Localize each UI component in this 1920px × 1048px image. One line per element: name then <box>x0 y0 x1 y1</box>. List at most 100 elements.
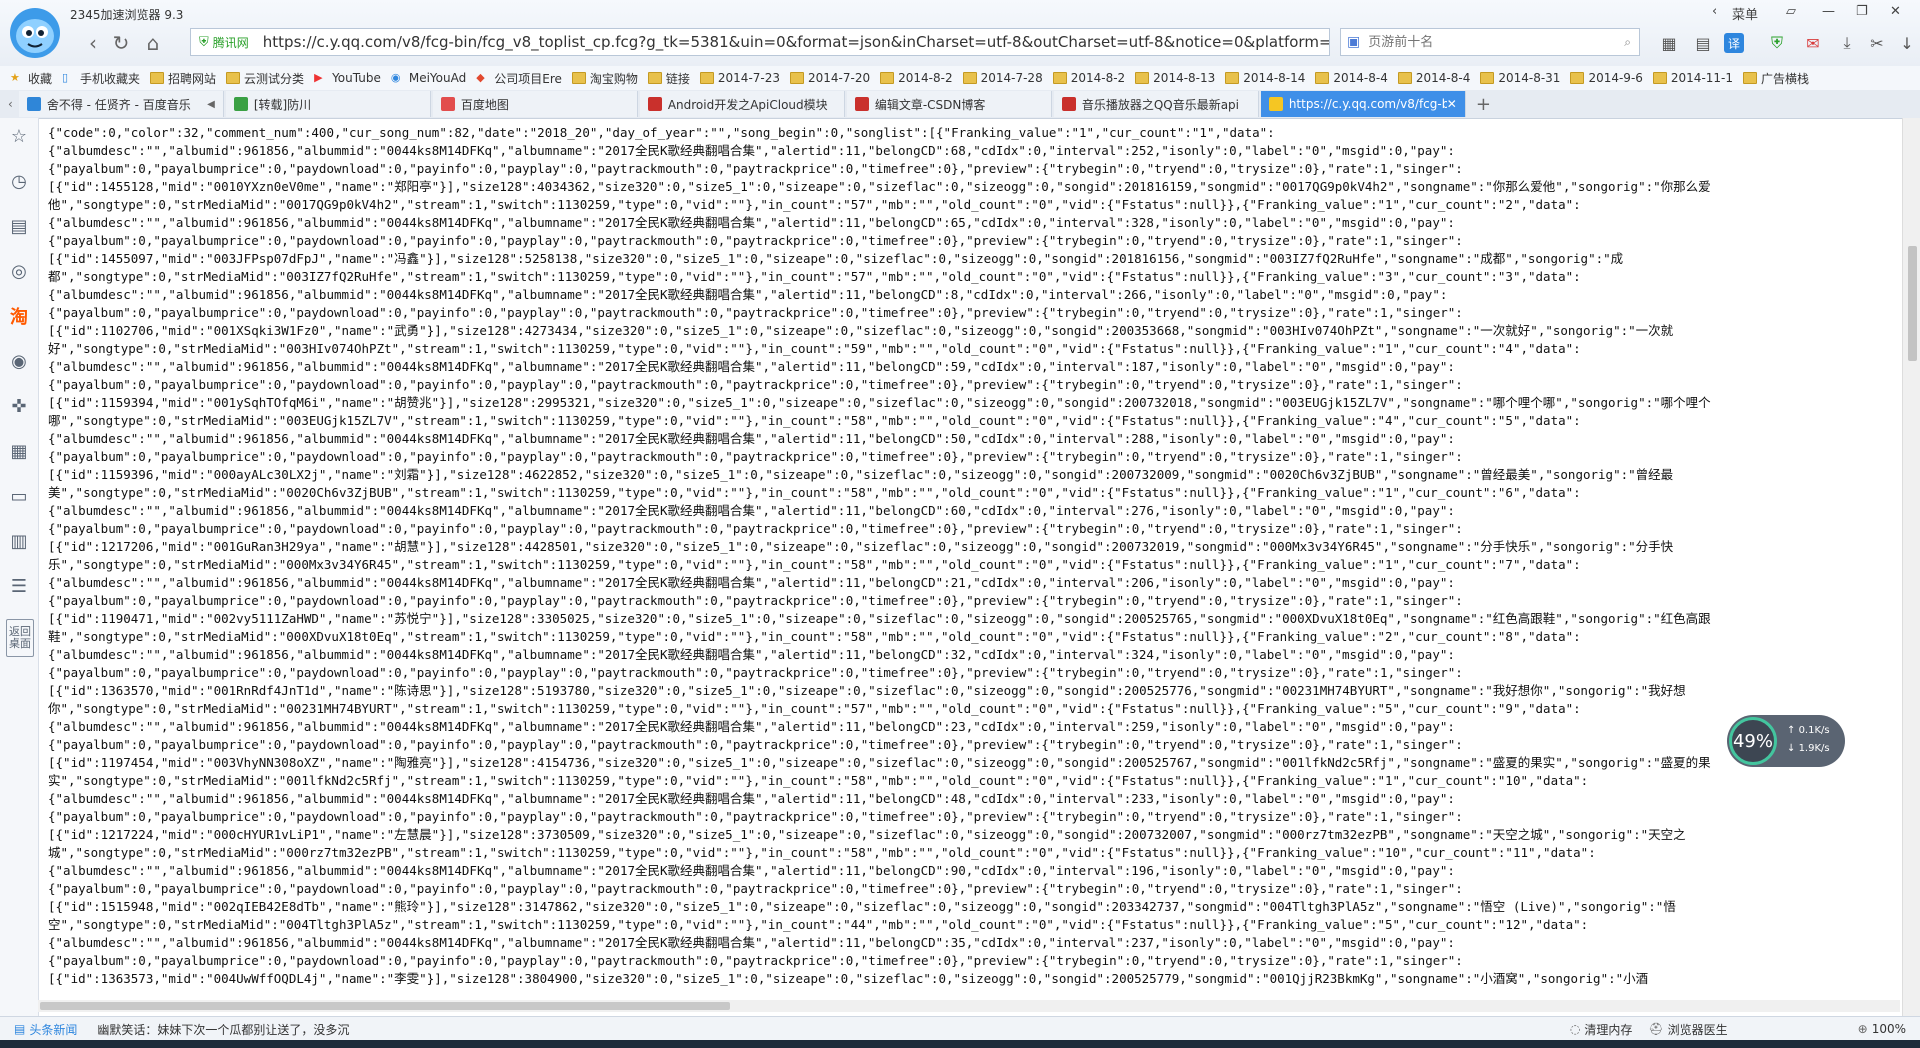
prev-page-icon[interactable]: ‹ <box>1712 4 1717 19</box>
reader-icon[interactable]: ▤ <box>1690 30 1716 56</box>
browser-doctor-button[interactable]: 浏览器医生 <box>1668 1021 1728 1038</box>
bookmark-item[interactable]: 2014-8-14 <box>1225 71 1305 85</box>
search-input[interactable] <box>1366 33 1601 51</box>
bookmark-item[interactable]: 2014-8-13 <box>1135 71 1215 85</box>
scissors-icon[interactable]: ✂ <box>1864 30 1890 56</box>
close-tab-icon[interactable]: ✕ <box>1447 97 1457 111</box>
bookmark-item[interactable]: 2014-9-6 <box>1570 71 1643 85</box>
browser-tab[interactable]: 舍不得 - 任贤齐 - 百度音乐 ◀ <box>18 91 224 117</box>
vertical-scrollbar[interactable] <box>1902 118 1920 1016</box>
tab-scroll-left-icon[interactable]: ‹ <box>8 97 13 111</box>
bookmarks-bar: ★ 收藏 ▯ 手机收藏夹 招聘网站 云测试分类 ▶ YouTube ◉ MeiYouAd ◆ 公司项目… <box>0 66 1920 91</box>
url-text[interactable]: https://c.y.qq.com/v8/fcg-bin/fcg_v8_top… <box>263 33 1329 51</box>
zoom-level[interactable]: 100% <box>1872 1022 1906 1036</box>
browser-tab[interactable]: Android开发之ApiCloud模块 <box>639 91 845 117</box>
folder-icon <box>1652 72 1667 84</box>
json-line: 你","songtype":0,"strMediaMid":"00231MH74… <box>48 701 1581 716</box>
restore-icon[interactable]: ❐ <box>1856 4 1868 19</box>
browser-tab[interactable]: 音乐播放器之QQ音乐最新api <box>1053 91 1259 117</box>
back-button[interactable]: ‹ <box>80 30 106 56</box>
json-line: 城","songtype":0,"strMediaMid":"000rz7tm3… <box>48 845 1596 860</box>
json-line: {"albumdesc":"","albumid":961856,"albumm… <box>48 503 1455 518</box>
bookmark-label: 2014-8-14 <box>1243 71 1306 85</box>
taobao-icon[interactable]: 淘 <box>7 304 31 328</box>
json-line: 空","songtype":0,"strMediaMid":"004Tltgh3… <box>48 917 1589 932</box>
browser-tab[interactable]: 百度地图 <box>432 91 638 117</box>
notes-icon[interactable]: ☰ <box>7 574 31 598</box>
mail-icon[interactable]: ✉ <box>1800 30 1826 56</box>
bookmark-item[interactable]: 2014-7-20 <box>790 71 870 85</box>
bookmark-item[interactable]: 2014-7-23 <box>699 71 780 85</box>
bookmark-item[interactable]: 链接 <box>647 70 690 87</box>
bookmark-item[interactable]: 2014-7-28 <box>962 71 1043 85</box>
back-to-desktop[interactable]: 返回桌面 <box>6 619 34 657</box>
news-ticker[interactable]: 幽默笑话：妹妹下次一个瓜都别让送了，没多沉 <box>97 1021 349 1038</box>
download-icon[interactable]: ⤓ <box>1834 30 1860 56</box>
reload-button[interactable]: ↻ <box>108 30 134 56</box>
json-line: [{"id":1455128,"mid":"0010YXzn0eV0me","n… <box>48 179 1711 194</box>
vertical-scroll-thumb[interactable] <box>1908 246 1917 361</box>
bookmark-item[interactable]: 2014-8-2 <box>880 71 953 85</box>
json-line: {"albumdesc":"","albumid":961856,"albumm… <box>48 935 1455 950</box>
clean-memory-icon: ◌ <box>1569 1022 1581 1036</box>
browser-tab[interactable]: 编辑文章-CSDN博客 <box>846 91 1052 117</box>
close-icon[interactable]: ✕ <box>1890 4 1901 19</box>
chat-icon[interactable]: ◎ <box>7 259 31 283</box>
bookmark-item[interactable]: 2014-8-4 <box>1397 71 1470 85</box>
address-bar[interactable]: ⛨ 腾讯网 https://c.y.qq.com/v8/fcg-bin/fcg_… <box>190 28 1330 56</box>
menu-button[interactable]: 菜单 <box>1732 4 1758 23</box>
search-engine-icon[interactable]: ▣ <box>1347 34 1360 50</box>
bookmark-item[interactable]: 2014-8-2 <box>1052 71 1125 85</box>
json-line: 哪","songtype":0,"strMediaMid":"003EUGjk1… <box>48 413 1581 428</box>
bookmark-label: 2014-8-13 <box>1153 71 1216 85</box>
skin-icon[interactable]: ▱ <box>1786 4 1796 19</box>
json-line: 好","songtype":0,"strMediaMid":"003HIv074… <box>48 341 1581 356</box>
bookmark-item[interactable]: ◆ 公司项目Ere <box>476 70 562 87</box>
json-line: [{"id":1159394,"mid":"001ySqhTOfqM6i","n… <box>48 395 1711 410</box>
bookmark-item[interactable]: 2014-11-1 <box>1652 71 1733 85</box>
translate-icon[interactable]: 译 <box>1724 33 1744 53</box>
bookmark-item[interactable]: 2014-8-31 <box>1480 71 1560 85</box>
calculator-icon[interactable]: ▥ <box>7 529 31 553</box>
history-icon[interactable]: ◷ <box>7 169 31 193</box>
bookmark-item[interactable]: ★ 收藏 <box>10 70 52 87</box>
browser-tab[interactable]: [转载]防川 <box>225 91 431 117</box>
favicon-icon <box>233 97 248 111</box>
json-line: {"payalbum":0,"payalbumprice":0,"paydown… <box>48 593 1463 608</box>
json-line: {"albumdesc":"","albumid":961856,"albumm… <box>48 143 1455 158</box>
network-speed-widget[interactable]: 49% ↑ 0.1K/s ↓ 1.9K/s <box>1727 715 1845 767</box>
bookmark-item[interactable]: 广告横栈 <box>1743 70 1809 87</box>
home-button[interactable]: ⌂ <box>140 30 166 56</box>
folder-icon <box>150 72 165 84</box>
horizontal-scroll-thumb[interactable] <box>40 1002 730 1010</box>
game-icon[interactable]: ✜ <box>7 394 31 418</box>
minimize-icon[interactable]: — <box>1822 4 1835 19</box>
bookmark-item[interactable]: ▯ 手机收藏夹 <box>62 70 140 87</box>
clean-memory-button[interactable]: 清理内存 <box>1584 1021 1632 1038</box>
horizontal-scrollbar[interactable] <box>38 1000 1900 1012</box>
download-arrow-icon[interactable]: ↓ <box>1894 30 1920 56</box>
bookmark-item[interactable]: ◉ MeiYouAd <box>391 71 466 85</box>
bookmark-item[interactable]: 招聘网站 <box>150 70 216 87</box>
security-shield-icon[interactable]: ⛨ <box>1764 30 1790 56</box>
audio-playing-icon[interactable]: ◀ <box>207 99 215 110</box>
news-icon[interactable]: ▤ <box>7 214 31 238</box>
news-label[interactable]: 头条新闻 <box>29 1021 77 1038</box>
favorites-icon[interactable]: ☆ <box>7 124 31 148</box>
monitor-icon[interactable]: ▭ <box>7 484 31 508</box>
bookmark-label: YouTube <box>332 71 381 85</box>
bookmark-item[interactable]: 云测试分类 <box>226 70 304 87</box>
bookmark-item[interactable]: 淘宝购物 <box>571 70 638 87</box>
bookmark-item[interactable]: ▶ YouTube <box>314 71 381 85</box>
video-icon[interactable]: ▦ <box>7 439 31 463</box>
search-icon[interactable]: ⌕ <box>1624 35 1631 50</box>
memory-usage-ring: 49% <box>1729 717 1777 765</box>
bookmark-item[interactable]: 2014-8-4 <box>1315 71 1388 85</box>
browser-tab[interactable]: https://c.y.qq.com/v8/fcg-bi ✕ <box>1260 91 1466 117</box>
favicon-icon <box>440 97 455 111</box>
weibo-icon[interactable]: ◉ <box>7 349 31 373</box>
json-line: {"payalbum":0,"payalbumprice":0,"paydown… <box>48 377 1463 392</box>
new-tab-icon[interactable]: + <box>1476 94 1491 115</box>
search-box[interactable]: ▣ ⌕ <box>1340 28 1640 56</box>
apps-icon[interactable]: ▦ <box>1656 30 1682 56</box>
